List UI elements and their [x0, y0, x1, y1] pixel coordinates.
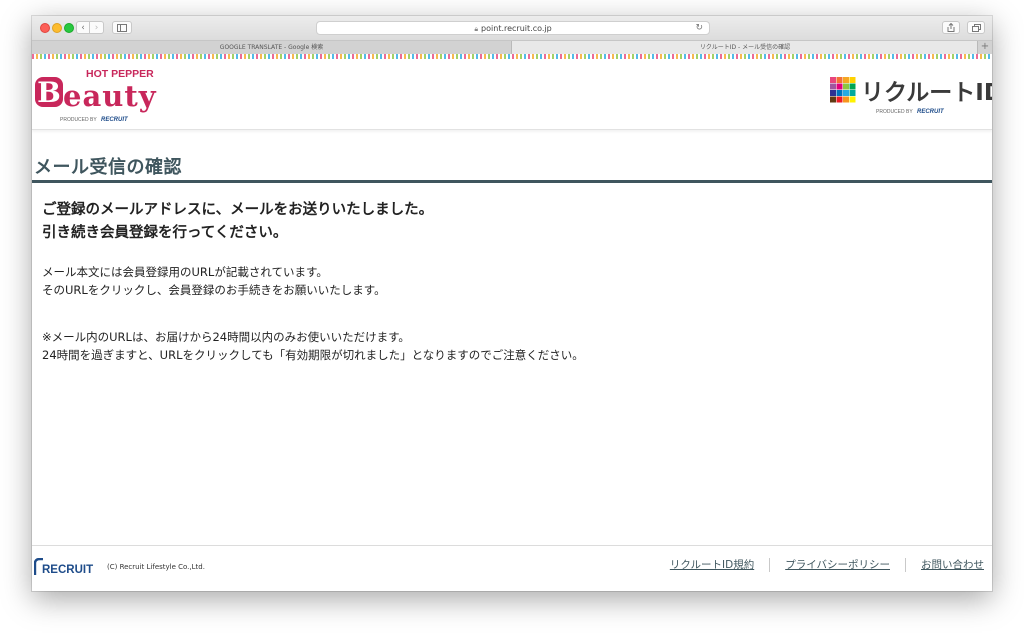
svg-text:PRODUCED BY: PRODUCED BY [60, 117, 97, 123]
contact-link[interactable]: お問い合わせ [905, 558, 984, 572]
close-window-button[interactable] [40, 23, 50, 33]
svg-text:RECRUIT: RECRUIT [101, 117, 129, 123]
body-text-1b: そのURLをクリックし、会員登録のお手続きをお願いいたします。 [42, 283, 386, 297]
page-header: B HOT PEPPER eauty PRODUCED BY RECRUIT リ… [32, 59, 992, 130]
forward-button[interactable]: › [90, 21, 104, 34]
recruit-id-mark-icon [830, 77, 856, 103]
lead-line-1: ご登録のメールアドレスに、メールをお送りいたしました。 [42, 202, 434, 218]
url-text: point.recruit.co.jp [481, 24, 552, 33]
notice-text-1: ※メール内のURLは、お届けから24時間以内のみお使いいただけます。 [42, 330, 410, 344]
browser-window: ‹ › 🔒︎ point.recruit.co.jp ↻ GOOGLE TRANS… [32, 16, 992, 591]
zoom-window-button[interactable] [64, 23, 74, 33]
recruit-id-logo[interactable]: リクルートID PRODUCED BY RECRUIT [830, 77, 992, 117]
chevron-right-icon: › [94, 23, 99, 33]
back-button[interactable]: ‹ [76, 21, 90, 34]
tab-google-translate[interactable]: GOOGLE TRANSLATE - Google 検索 [32, 41, 512, 54]
sidebar-toggle-button[interactable] [112, 21, 132, 34]
hotpepper-beauty-logo[interactable]: B HOT PEPPER eauty PRODUCED BY RECRUIT [34, 69, 174, 127]
svg-text:リクルートID: リクルートID [861, 80, 992, 106]
svg-text:B: B [37, 76, 61, 109]
body-text-1a: メール本文には会員登録用のURLが記載されています。 [42, 265, 328, 279]
browser-toolbar: ‹ › 🔒︎ point.recruit.co.jp ↻ [32, 16, 992, 41]
lock-icon: 🔒︎ [474, 25, 479, 33]
terms-link[interactable]: リクルートID規約 [655, 558, 769, 572]
footer-links: リクルートID規約 プライバシーポリシー お問い合わせ [655, 558, 984, 572]
show-tabs-button[interactable] [967, 21, 985, 34]
share-button[interactable] [942, 21, 960, 34]
title-row: メール受信の確認 [32, 146, 992, 183]
address-bar[interactable]: 🔒︎ point.recruit.co.jp ↻ [316, 21, 710, 35]
svg-text:PRODUCED BY: PRODUCED BY [876, 109, 913, 115]
reload-icon[interactable]: ↻ [695, 22, 703, 35]
tab-bar: GOOGLE TRANSLATE - Google 検索 リクルートID - メ… [32, 41, 992, 55]
lead-line-2: 引き続き会員登録を行ってください。 [42, 225, 288, 241]
tab-recruit-id[interactable]: リクルートID - メール受信の確認 [512, 41, 978, 54]
svg-text:eauty: eauty [63, 79, 157, 113]
page-title: メール受信の確認 [34, 157, 182, 178]
svg-text:RECRUIT: RECRUIT [917, 109, 945, 115]
privacy-policy-link[interactable]: プライバシーポリシー [769, 558, 905, 572]
minimize-window-button[interactable] [52, 23, 62, 33]
recruit-footer-logo[interactable]: RECRUIT [34, 558, 104, 576]
new-tab-button[interactable]: + [977, 41, 992, 54]
sidebar-icon [117, 24, 127, 32]
svg-text:RECRUIT: RECRUIT [42, 564, 93, 576]
web-page: B HOT PEPPER eauty PRODUCED BY RECRUIT リ… [32, 54, 992, 591]
tabs-overview-icon [971, 24, 981, 32]
page-footer: RECRUIT (C) Recruit Lifestyle Co.,Ltd. リ… [32, 545, 992, 591]
chevron-left-icon: ‹ [81, 23, 85, 33]
main-content: ご登録のメールアドレスに、メールをお送りいたしました。 引き続き会員登録を行って… [42, 199, 584, 364]
copyright-text: (C) Recruit Lifestyle Co.,Ltd. [107, 563, 205, 571]
notice-text-2: 24時間を過ぎますと、URLをクリックしても「有効期限が切れました」となりますの… [42, 348, 584, 362]
share-icon [947, 22, 955, 32]
